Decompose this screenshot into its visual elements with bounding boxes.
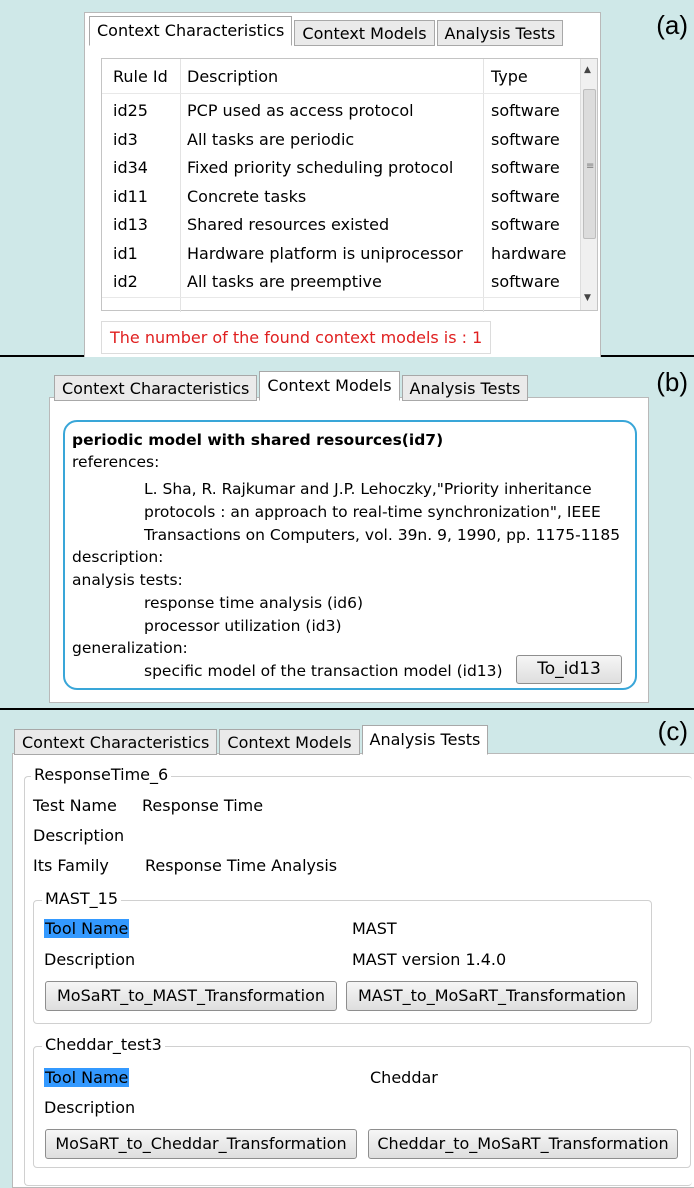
tab-analysis-tests[interactable]: Analysis Tests: [361, 725, 489, 755]
tab-analysis-tests[interactable]: Analysis Tests: [401, 375, 529, 401]
description-label: description:: [72, 548, 164, 566]
test-group-title: ResponseTime_6: [31, 765, 172, 784]
goto-id13-button[interactable]: To_id13: [516, 655, 622, 684]
table-row[interactable]: id1 Hardware platform is uniprocessor ha…: [102, 240, 582, 269]
tab-bar-b: Context Characteristics Context Models A…: [54, 369, 530, 401]
analysis-tests-label: analysis tests:: [72, 571, 183, 589]
analysis-test-item: processor utilization (id3): [144, 617, 342, 635]
panel-c-label: (c): [657, 716, 688, 746]
rule-type-cell: software: [491, 215, 560, 234]
family-label: Its Family: [33, 856, 109, 875]
tool-group-title: MAST_15: [42, 889, 122, 908]
rule-type-cell: software: [491, 101, 560, 120]
context-model-card: periodic model with shared resources(id7…: [63, 420, 637, 690]
rule-type-cell: hardware: [491, 243, 567, 263]
tool-name-value: MAST: [352, 919, 397, 938]
rule-id-cell: id34: [113, 158, 148, 177]
description-label: Description: [33, 826, 125, 845]
mosart-to-cheddar-button[interactable]: MoSaRT_to_Cheddar_Transformation: [45, 1129, 357, 1159]
reference-line: Transactions on Computers, vol. 39n. 9, …: [144, 526, 621, 544]
panel-c: (c) Context Characteristics Context Mode…: [0, 710, 694, 1188]
generalization-label: generalization:: [72, 639, 188, 657]
column-header-description[interactable]: Description: [187, 63, 278, 91]
tool-description-value: MAST version 1.4.0: [352, 950, 507, 969]
generalization-value: specific model of the transaction model …: [144, 662, 503, 680]
tool-name-label: Tool Name: [44, 1068, 130, 1087]
table-row[interactable]: id34 Fixed priority scheduling protocol …: [102, 154, 582, 183]
rule-type-cell: software: [491, 186, 560, 206]
panel-a-label: (a): [656, 10, 688, 40]
table-header: Rule Id Description Type: [102, 63, 582, 92]
scroll-up-arrow-icon[interactable]: ▲: [584, 65, 591, 75]
test-name-label: Test Name: [33, 796, 117, 815]
table-scrollbar[interactable]: ▲ ≡ ▼: [580, 59, 597, 310]
rule-description-cell: All tasks are periodic: [187, 129, 355, 149]
rule-description-cell: Shared resources existed: [187, 215, 390, 234]
tab-context-models[interactable]: Context Models: [294, 20, 435, 46]
mast-to-mosart-button[interactable]: MAST_to_MoSaRT_Transformation: [346, 981, 638, 1011]
panel-b: (b) Context Characteristics Context Mode…: [0, 357, 694, 710]
rule-id-cell: id1: [113, 243, 138, 263]
rule-type-cell: software: [491, 129, 560, 149]
scrollbar-thumb[interactable]: ≡: [583, 89, 596, 239]
rule-id-cell: id2: [113, 272, 138, 291]
mosart-to-mast-button[interactable]: MoSaRT_to_MAST_Transformation: [45, 981, 337, 1011]
grip-icon: ≡: [586, 161, 595, 172]
rule-description-cell: PCP used as access protocol: [187, 101, 414, 120]
test-name-value: Response Time: [142, 796, 264, 815]
rule-id-cell: id3: [113, 129, 138, 149]
tool-name-value: Cheddar: [370, 1068, 438, 1087]
analysis-test-item: response time analysis (id6): [144, 594, 364, 612]
tool-name-label: Tool Name: [44, 919, 130, 938]
column-header-type[interactable]: Type: [491, 63, 528, 91]
rule-description-cell: All tasks are preemptive: [187, 272, 382, 291]
tab-analysis-tests[interactable]: Analysis Tests: [436, 20, 564, 46]
cheddar-to-mosart-button[interactable]: Cheddar_to_MoSaRT_Transformation: [368, 1129, 678, 1159]
column-header-rule-id[interactable]: Rule Id: [113, 63, 168, 91]
table-row[interactable]: id25 PCP used as access protocol softwar…: [102, 97, 582, 126]
reference-line: protocols : an approach to real-time syn…: [144, 503, 601, 521]
rule-id-cell: id11: [113, 186, 148, 206]
tool-description-label: Description: [44, 1098, 136, 1117]
panel-b-label: (b): [656, 367, 688, 397]
tab-bar-c: Context Characteristics Context Models A…: [14, 722, 490, 755]
tab-context-characteristics[interactable]: Context Characteristics: [89, 16, 293, 46]
found-models-status: The number of the found context models i…: [101, 321, 492, 354]
model-title: periodic model with shared resources(id7…: [72, 431, 444, 449]
tab-bar-a: Context Characteristics Context Models A…: [89, 14, 565, 46]
rule-description-cell: Concrete tasks: [187, 186, 307, 206]
reference-line: L. Sha, R. Rajkumar and J.P. Lehoczky,"P…: [144, 480, 592, 498]
scroll-down-arrow-icon[interactable]: ▼: [584, 293, 591, 303]
rules-table: Rule Id Description Type id25 PCP used a…: [101, 58, 598, 312]
rule-id-cell: id13: [113, 215, 148, 234]
tool-name-label-text: Tool Name: [44, 919, 130, 938]
tab-context-models[interactable]: Context Models: [259, 371, 400, 401]
references-label: references:: [72, 453, 160, 471]
tab-context-characteristics[interactable]: Context Characteristics: [14, 729, 218, 755]
tab-context-models[interactable]: Context Models: [219, 729, 360, 755]
table-row[interactable]: id11 Concrete tasks software: [102, 183, 582, 212]
rule-type-cell: software: [491, 272, 560, 291]
tool-name-label-text: Tool Name: [44, 1068, 130, 1087]
table-row[interactable]: id3 All tasks are periodic software: [102, 126, 582, 155]
tool-group-title: Cheddar_test3: [42, 1035, 165, 1054]
table-row[interactable]: id2 All tasks are preemptive software: [102, 268, 582, 297]
rule-id-cell: id25: [113, 101, 148, 120]
table-row[interactable]: id13 Shared resources existed software: [102, 211, 582, 240]
family-value: Response Time Analysis: [145, 856, 338, 875]
panel-a: (a) Context Characteristics Context Mode…: [0, 0, 694, 357]
rule-description-cell: Hardware platform is uniprocessor: [187, 243, 463, 263]
rule-type-cell: software: [491, 158, 560, 177]
rule-description-cell: Fixed priority scheduling protocol: [187, 158, 454, 177]
tool-description-label: Description: [44, 950, 136, 969]
tab-context-characteristics[interactable]: Context Characteristics: [54, 375, 258, 401]
